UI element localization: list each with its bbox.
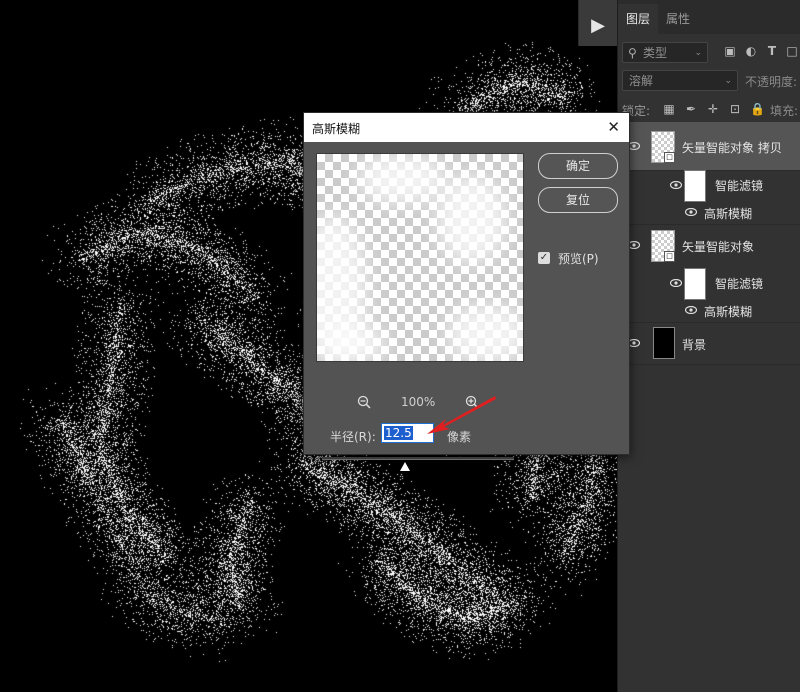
pixel-filter-icon[interactable]: ▣ bbox=[723, 44, 737, 58]
preview-blur-shape bbox=[437, 174, 507, 264]
filter-mask-thumbnail bbox=[684, 268, 706, 300]
layer-name: 智能滤镜 bbox=[715, 277, 764, 291]
eye-icon[interactable] bbox=[670, 279, 682, 287]
layer-name: 背景 bbox=[682, 338, 707, 352]
annotation-arrow bbox=[427, 396, 496, 434]
preview-blur-shape bbox=[327, 324, 387, 361]
layer-name: 高斯模糊 bbox=[704, 207, 753, 221]
chevron-down-icon: ⌄ bbox=[694, 48, 702, 58]
adjustment-filter-icon[interactable]: ◐ bbox=[744, 44, 758, 58]
layer-thumbnail: □ bbox=[651, 131, 675, 163]
layers-panel: 图层 属性 ⚲ 类型 ⌄ ▣ ◐ T □ 溶解 ⌄ 不透明度: 锁定: ▦ ✒ … bbox=[617, 0, 800, 692]
dialog-title-bar[interactable]: 高斯模糊 ✕ bbox=[304, 113, 629, 142]
dialog-title: 高斯模糊 bbox=[312, 122, 361, 136]
tab-layers[interactable]: 图层 bbox=[618, 4, 659, 34]
layer-name: 矢量智能对象 拷贝 bbox=[682, 141, 782, 155]
ok-button[interactable]: 确定 bbox=[538, 153, 618, 179]
smart-object-badge-icon: □ bbox=[664, 251, 675, 262]
lock-paint-brush-icon[interactable]: ✒ bbox=[684, 102, 698, 116]
lock-position-icon[interactable]: ✛ bbox=[706, 102, 720, 116]
zoom-out-icon[interactable] bbox=[357, 395, 371, 409]
reset-button[interactable]: 复位 bbox=[538, 187, 618, 213]
layer-filter-dropdown[interactable]: ⚲ 类型 ⌄ bbox=[622, 42, 708, 63]
blend-mode-dropdown[interactable]: 溶解 ⌄ bbox=[622, 70, 738, 91]
search-icon: ⚲ bbox=[628, 46, 637, 60]
shape-filter-icon[interactable]: □ bbox=[785, 44, 799, 58]
tab-properties[interactable]: 属性 bbox=[658, 4, 698, 34]
fill-label: 填充: bbox=[770, 104, 799, 118]
layer-row-gaussian-blur[interactable]: 高斯模糊 bbox=[618, 200, 800, 225]
radius-slider-thumb[interactable] bbox=[399, 462, 410, 471]
chevron-down-icon: ⌄ bbox=[724, 76, 732, 86]
layer-row-smart-object-copy[interactable]: □ 矢量智能对象 拷贝 bbox=[618, 122, 800, 171]
eye-icon[interactable] bbox=[685, 306, 697, 314]
layer-thumbnail: □ bbox=[651, 230, 675, 262]
layer-row-gaussian-blur[interactable]: 高斯模糊 bbox=[618, 298, 800, 323]
panel-tabs: 图层 属性 bbox=[618, 0, 800, 34]
type-filter-icon[interactable]: T bbox=[765, 44, 779, 58]
eye-icon[interactable] bbox=[670, 181, 682, 189]
radius-label: 半径(R): bbox=[330, 430, 376, 444]
layer-row-smart-filters[interactable]: 智能滤镜 bbox=[618, 268, 800, 300]
layer-row-smart-filters[interactable]: 智能滤镜 bbox=[618, 170, 800, 202]
filter-mask-thumbnail bbox=[684, 170, 706, 202]
lock-all-icon[interactable]: 🔒 bbox=[750, 102, 765, 116]
layer-thumbnail bbox=[653, 327, 675, 359]
layer-row-smart-object[interactable]: □ 矢量智能对象 bbox=[618, 224, 800, 266]
radius-value: 12.5 bbox=[384, 426, 413, 440]
smart-object-badge-icon: □ bbox=[664, 152, 675, 163]
layer-name: 矢量智能对象 bbox=[682, 240, 755, 254]
radius-slider-track[interactable] bbox=[322, 457, 514, 460]
preview-label: 预览(P) bbox=[558, 252, 599, 266]
play-icon[interactable]: ▶ bbox=[585, 12, 611, 38]
eye-icon[interactable] bbox=[685, 208, 697, 216]
close-icon[interactable]: ✕ bbox=[607, 118, 620, 136]
layer-name: 智能滤镜 bbox=[715, 179, 764, 193]
preview-checkbox[interactable]: ✓ bbox=[538, 252, 550, 264]
preview-blur-shape bbox=[357, 154, 447, 204]
lock-transparent-icon[interactable]: ▦ bbox=[662, 102, 676, 116]
filter-dropdown-label: 类型 bbox=[643, 46, 668, 60]
preview-blur-shape bbox=[447, 304, 523, 361]
actions-panel-strip: ▶ bbox=[578, 0, 618, 46]
layer-name: 高斯模糊 bbox=[704, 305, 753, 319]
opacity-label: 不透明度: bbox=[745, 75, 798, 89]
layer-row-background[interactable]: 背景 bbox=[618, 322, 800, 365]
blend-mode-label: 溶解 bbox=[629, 74, 654, 88]
blur-preview-area[interactable] bbox=[316, 153, 524, 362]
lock-artboard-icon[interactable]: ⊡ bbox=[728, 102, 742, 116]
checkbox-checked-icon: ✓ bbox=[539, 252, 549, 263]
